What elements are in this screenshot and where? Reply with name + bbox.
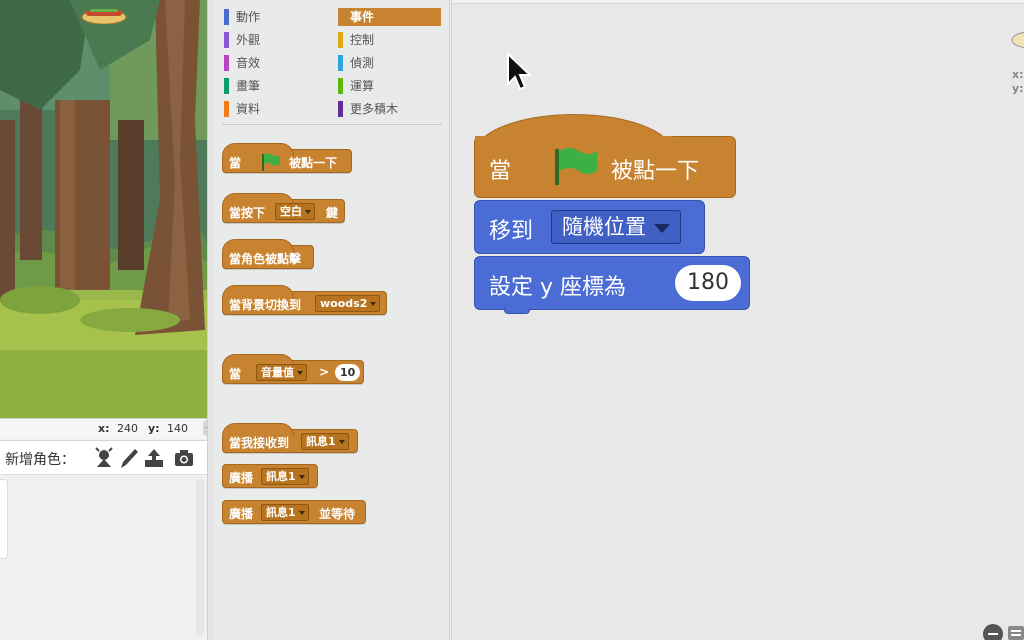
hat-join — [475, 136, 673, 146]
category-color-swatch — [224, 9, 229, 25]
category-label: 偵測 — [350, 56, 375, 70]
taco-sprite[interactable] — [80, 6, 128, 24]
go-to-target-dropdown[interactable]: 隨機位置 — [551, 210, 681, 244]
palette-block-when-sensor-greater[interactable]: 當 音量值 > 10 — [222, 354, 364, 384]
category-color-swatch — [338, 101, 343, 117]
category-color-swatch — [224, 32, 229, 48]
new-sprite-toolbar: 新增角色： — [0, 440, 207, 474]
block-palette: 動作 事件外觀 控制音效 偵測畫筆 運算資料 更多積木 當 被點一下 當按下 空白 鍵 當… — [214, 0, 450, 640]
camera-icon[interactable] — [173, 447, 195, 469]
backdrop-dropdown[interactable]: woods2 — [315, 295, 381, 312]
current-sprite-thumbnail — [1011, 31, 1024, 48]
mouse-cursor-icon — [507, 52, 532, 91]
zoom-reset-icon[interactable] — [1008, 626, 1024, 640]
category-color-swatch — [338, 78, 343, 94]
mouse-y-value: 140 — [167, 422, 188, 435]
key-dropdown[interactable]: 空白 — [275, 203, 315, 220]
new-sprite-label: 新增角色： — [5, 452, 75, 468]
category-color-swatch — [224, 78, 229, 94]
mouse-x-value: 240 — [117, 422, 138, 435]
receive-message-dropdown[interactable]: 訊息1 — [301, 433, 349, 450]
category-1[interactable]: 動作 — [224, 8, 328, 26]
sprite-list-pane[interactable] — [0, 474, 207, 640]
sprite-card[interactable] — [0, 479, 8, 559]
broadcast-message-dropdown[interactable]: 訊息1 — [261, 468, 309, 485]
pane-divider — [207, 0, 214, 640]
category-label: 動作 — [236, 10, 261, 24]
palette-block-when-backdrop-switches[interactable]: 當背景切換到 woods2 — [222, 285, 387, 315]
category-color-swatch — [224, 55, 229, 71]
palette-block-when-sprite-clicked[interactable]: 當角色被點擊 — [222, 239, 314, 269]
zoom-out-icon[interactable] — [983, 624, 1003, 640]
forest-backdrop — [0, 0, 207, 418]
category-label: 更多積木 — [350, 102, 399, 116]
category-label: 事件 — [350, 10, 375, 24]
scripts-top-border — [452, 0, 1024, 4]
scripts-area[interactable]: x: y: — [451, 0, 1024, 640]
palette-block-when-flag-clicked[interactable]: 當 被點一下 — [222, 143, 352, 173]
category-color-swatch — [338, 32, 343, 48]
sprite-position-readout: x: y: — [1012, 68, 1024, 95]
category-7[interactable]: 畫筆 — [224, 77, 328, 95]
category-5[interactable]: 音效 — [224, 54, 328, 72]
threshold-input[interactable]: 10 — [335, 364, 361, 381]
stage-coordinates: x: 240 y: 140 — [0, 418, 207, 438]
script-block-set-y[interactable]: 設定 y 座標為 180 — [474, 256, 750, 310]
category-label: 畫筆 — [236, 79, 261, 93]
x-label: x: — [98, 422, 110, 435]
broadcast-wait-message-dropdown[interactable]: 訊息1 — [261, 504, 309, 521]
green-flag-icon — [555, 148, 597, 185]
sensor-dropdown[interactable]: 音量值 — [256, 364, 307, 381]
category-label: 控制 — [350, 33, 375, 47]
category-label: 運算 — [350, 79, 375, 93]
category-9[interactable]: 資料 — [224, 100, 328, 118]
category-6[interactable]: 偵測 — [338, 54, 442, 72]
category-3[interactable]: 外觀 — [224, 31, 328, 49]
scratch-editor: x: 240 y: 140 ◀ 新增角色： 動 — [0, 0, 1024, 640]
script-block-go-to[interactable]: 移到 隨機位置 — [474, 200, 705, 254]
category-2[interactable]: 事件 — [338, 8, 441, 26]
category-label: 資料 — [236, 102, 261, 116]
category-separator — [222, 124, 442, 125]
category-color-swatch — [338, 55, 343, 71]
category-4[interactable]: 控制 — [338, 31, 442, 49]
green-flag-icon — [262, 153, 280, 171]
upload-sprite-icon[interactable] — [143, 447, 165, 469]
block-bottom-notch — [504, 308, 530, 314]
category-color-swatch — [338, 9, 343, 25]
sprite-list-scrollbar[interactable] — [196, 479, 204, 635]
palette-block-broadcast-and-wait[interactable]: 廣播 訊息1 並等待 — [222, 500, 366, 524]
category-8[interactable]: 運算 — [338, 77, 442, 95]
category-label: 音效 — [236, 56, 261, 70]
palette-block-broadcast[interactable]: 廣播 訊息1 — [222, 464, 318, 488]
set-y-value-input[interactable]: 180 — [675, 265, 741, 301]
category-label: 外觀 — [236, 33, 261, 47]
palette-block-when-key-pressed[interactable]: 當按下 空白 鍵 — [222, 193, 345, 223]
paint-brush-icon[interactable] — [118, 447, 140, 469]
category-color-swatch — [224, 101, 229, 117]
sprite-library-icon[interactable] — [93, 447, 115, 469]
palette-block-when-i-receive[interactable]: 當我接收到 訊息1 — [222, 423, 358, 453]
category-10[interactable]: 更多積木 — [338, 100, 442, 118]
y-label: y: — [148, 422, 160, 435]
stage[interactable] — [0, 0, 207, 418]
